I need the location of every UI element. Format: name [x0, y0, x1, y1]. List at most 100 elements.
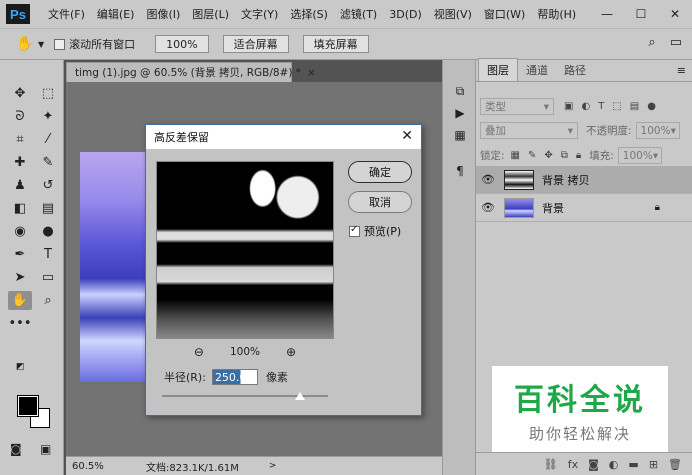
fill-field[interactable]: 100% ▾ [617, 147, 662, 164]
lock-all-icon[interactable]: 🔒︎ [576, 150, 581, 161]
adjustment-layer-icon[interactable]: ◐ [609, 458, 619, 471]
panel-menu-icon[interactable]: ≡ [677, 64, 686, 77]
magic-wand-tool-icon[interactable]: ✦ [36, 107, 60, 126]
menu-edit[interactable]: 编辑(E) [97, 6, 135, 22]
new-layer-icon[interactable]: ⊞ [649, 458, 658, 471]
tab-layers[interactable]: 图层 [478, 58, 518, 81]
radius-slider-thumb[interactable] [294, 392, 305, 400]
menu-help[interactable]: 帮助(H) [537, 6, 576, 22]
blur-tool-icon[interactable]: ◉ [8, 222, 32, 241]
preview-label: 预览(P) [364, 225, 402, 238]
color-swatches[interactable] [16, 395, 56, 436]
new-group-icon[interactable]: ▬ [628, 458, 638, 471]
filter-pixel-icon[interactable]: ▣ [564, 101, 573, 112]
filter-toggle-icon[interactable]: ● [647, 101, 656, 112]
lock-position-icon[interactable]: ✥ [544, 150, 552, 161]
brush-tool-icon[interactable]: ✎ [36, 153, 60, 172]
path-select-tool-icon[interactable]: ➤ [8, 268, 32, 287]
visibility-eye-icon[interactable]: 👁︎ [476, 201, 500, 214]
move-tool-icon[interactable]: ✥ [8, 84, 32, 103]
filter-smart-object-icon[interactable]: ▤ [630, 101, 639, 112]
layer-row[interactable]: 👁︎ 背景 🔒︎ [476, 194, 692, 222]
layer-row[interactable]: 👁︎ 背景 拷贝 [476, 166, 692, 194]
menu-type[interactable]: 文字(Y) [241, 6, 278, 22]
dialog-titlebar[interactable]: 高反差保留 ✕ [146, 125, 421, 149]
maximize-button[interactable]: ☐ [624, 0, 658, 28]
zoom-in-icon[interactable]: ⊕ [286, 345, 296, 359]
opacity-field[interactable]: 100% ▾ [635, 122, 680, 139]
paragraph-panel-icon[interactable]: ¶ [451, 162, 469, 180]
blend-mode-select[interactable]: 叠加 ▾ [480, 122, 578, 139]
gradient-tool-icon[interactable]: ▤ [36, 199, 60, 218]
fill-screen-button[interactable]: 填充屏幕 [302, 35, 369, 53]
menu-window[interactable]: 窗口(W) [484, 6, 525, 22]
filter-shape-icon[interactable]: ⬚ [612, 101, 621, 112]
healing-brush-tool-icon[interactable]: ✚ [8, 153, 32, 172]
radius-input[interactable] [211, 369, 258, 385]
radius-slider[interactable] [162, 392, 328, 400]
history-brush-tool-icon[interactable]: ↺ [36, 176, 60, 195]
screen-mode-icon[interactable]: ▣ [40, 442, 51, 456]
delete-layer-icon[interactable]: 🗑︎ [668, 458, 682, 471]
quick-mask-icon[interactable]: ◙ [10, 442, 22, 456]
menu-layer[interactable]: 图层(L) [192, 6, 229, 22]
crop-tool-icon[interactable]: ⌗ [8, 130, 32, 149]
foreground-color-swatch[interactable] [17, 395, 39, 417]
scroll-all-checkbox[interactable] [54, 38, 66, 50]
history-panel-icon[interactable]: ⧉ [451, 82, 469, 100]
menu-file[interactable]: 文件(F) [48, 6, 85, 22]
lock-image-icon[interactable]: ✎ [528, 150, 536, 161]
cancel-button[interactable]: 取消 [348, 191, 412, 213]
marquee-tool-icon[interactable]: ⬚ [36, 84, 60, 103]
minimize-button[interactable]: — [590, 0, 624, 28]
ok-button[interactable]: 确定 [348, 161, 412, 183]
document-image[interactable] [80, 152, 148, 382]
layer-filter-select[interactable]: 类型 ▾ [480, 98, 554, 115]
adjustments-panel-icon[interactable]: ▦ [451, 126, 469, 144]
menu-image[interactable]: 图像(I) [146, 6, 180, 22]
menu-select[interactable]: 选择(S) [290, 6, 328, 22]
pen-tool-icon[interactable]: ✒ [8, 245, 32, 264]
workspace-icon[interactable]: ▭ [670, 35, 682, 50]
fit-screen-button[interactable]: 适合屏幕 [222, 35, 289, 53]
filter-type-icon[interactable]: T [598, 101, 604, 112]
type-tool-icon[interactable]: T [36, 245, 60, 264]
actions-panel-icon[interactable]: ▶ [451, 104, 469, 122]
document-tab[interactable]: timg (1).jpg @ 60.5% (背景 拷贝, RGB/8#) * × [66, 62, 316, 82]
close-icon[interactable]: ✕ [401, 128, 413, 144]
photoshop-logo[interactable]: Ps [6, 4, 30, 24]
fx-icon[interactable]: fx [568, 458, 578, 471]
hand-tool-preset-icon[interactable]: ✋ [14, 33, 36, 55]
eraser-tool-icon[interactable]: ◧ [8, 199, 32, 218]
zoom-out-icon[interactable]: ⊖ [194, 345, 204, 359]
zoom-level-field[interactable]: 60.5% [70, 461, 106, 472]
hand-tool-icon[interactable]: ✋ [8, 291, 32, 310]
menu-view[interactable]: 视图(V) [434, 6, 472, 22]
filter-adjustment-icon[interactable]: ◐ [581, 101, 590, 112]
lock-artboard-icon[interactable]: ⧉ [561, 150, 568, 161]
add-mask-icon[interactable]: ◙ [588, 458, 599, 471]
menu-3d[interactable]: 3D(D) [389, 8, 422, 21]
default-colors-icon[interactable]: ◩ [16, 362, 25, 372]
status-arrow-icon[interactable]: > [269, 461, 277, 471]
close-window-button[interactable]: ✕ [658, 0, 692, 28]
filter-preview[interactable] [156, 161, 334, 339]
preview-checkbox[interactable] [349, 224, 360, 237]
zoom-100-button[interactable]: 100% [155, 35, 209, 53]
search-icon[interactable]: ⌕ [648, 35, 655, 50]
tab-channels[interactable]: 通道 [518, 59, 556, 81]
close-document-icon[interactable]: × [307, 67, 316, 79]
visibility-eye-icon[interactable]: 👁︎ [476, 173, 500, 186]
eyedropper-tool-icon[interactable]: ⁄ [36, 130, 60, 149]
tab-paths[interactable]: 路径 [556, 59, 594, 81]
more-tools-icon[interactable]: ••• [8, 314, 32, 333]
shape-tool-icon[interactable]: ▭ [36, 268, 60, 287]
stamp-tool-icon[interactable]: ♟ [8, 176, 32, 195]
dodge-tool-icon[interactable]: ● [36, 222, 60, 241]
link-layers-icon[interactable]: ⛓ [544, 458, 558, 471]
chevron-down-icon[interactable]: ▼ [38, 40, 44, 49]
zoom-tool-icon[interactable]: ⌕ [36, 291, 60, 310]
lock-transparent-icon[interactable]: ▦ [511, 150, 520, 161]
lasso-tool-icon[interactable]: ᘐ [8, 107, 32, 126]
menu-filter[interactable]: 滤镜(T) [340, 6, 377, 22]
